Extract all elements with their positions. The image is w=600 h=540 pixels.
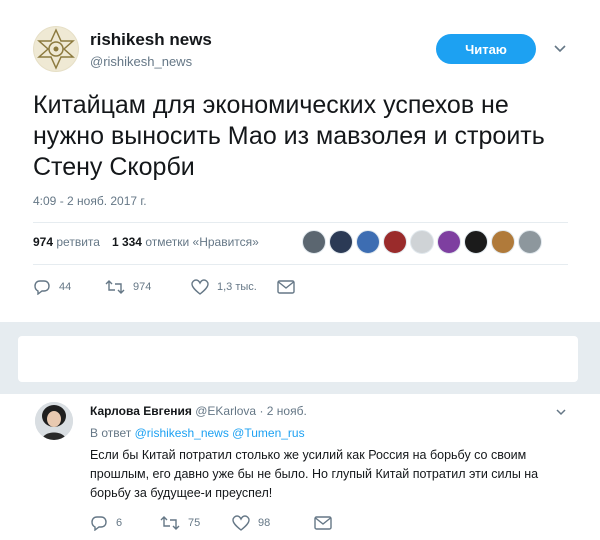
chevron-down-icon[interactable] <box>554 405 568 419</box>
reply-count: 6 <box>116 517 123 529</box>
likes-label: отметки «Нравится» <box>145 235 259 249</box>
follow-button[interactable]: Читаю <box>436 34 536 64</box>
mention-link[interactable]: @rishikesh_news <box>135 426 229 440</box>
likes-stat[interactable]: 1 334 отметки «Нравится» <box>112 235 259 249</box>
like-button[interactable]: 1,3 тыс. <box>191 279 277 295</box>
dm-button[interactable] <box>277 280 295 294</box>
likers-list <box>302 230 545 254</box>
envelope-icon <box>277 280 295 294</box>
retweet-count: 974 <box>133 281 152 293</box>
like-count: 98 <box>258 517 271 529</box>
reply-button[interactable]: 44 <box>33 279 105 295</box>
tweet-text: Китайцам для экономических успехов не ну… <box>33 91 545 181</box>
retweets-label: ретвита <box>56 235 100 249</box>
retweet-button[interactable]: 974 <box>105 279 191 295</box>
retweet-icon <box>105 280 125 294</box>
dm-button[interactable] <box>314 516 332 530</box>
envelope-icon <box>314 516 332 530</box>
reply-actions: 6 75 98 <box>90 515 332 531</box>
reply-count: 44 <box>59 281 72 293</box>
reply-button[interactable]: 6 <box>90 515 160 531</box>
avatar[interactable] <box>35 402 73 440</box>
reply-author[interactable]: Карлова Евгения @EKarlova · 2 нояб. <box>90 404 307 418</box>
tweet-actions: 44 974 1,3 тыс. <box>33 279 295 295</box>
divider <box>33 264 568 265</box>
retweet-count: 75 <box>188 517 201 529</box>
liker-avatar[interactable] <box>491 230 515 254</box>
liker-avatar[interactable] <box>329 230 353 254</box>
retweet-button[interactable]: 75 <box>160 515 232 531</box>
reply-icon <box>91 516 107 531</box>
avatar[interactable] <box>33 26 79 72</box>
reply-author-name: Карлова Евгения <box>90 404 192 418</box>
retweets-stat[interactable]: 974 ретвита <box>33 235 100 249</box>
reply-author-handle: @EKarlova <box>195 404 257 418</box>
liker-avatar[interactable] <box>410 230 434 254</box>
liker-avatar[interactable] <box>383 230 407 254</box>
liker-avatar[interactable] <box>437 230 461 254</box>
divider <box>33 222 568 223</box>
reply-text: Если бы Китай потратил столько же усилий… <box>90 448 539 500</box>
reply-context: В ответ @rishikesh_news @Tumen_rus <box>90 426 305 440</box>
heart-icon <box>232 515 250 531</box>
reply-input[interactable] <box>18 336 578 382</box>
likes-count: 1 334 <box>111 235 142 249</box>
timestamp[interactable]: 4:09 - 2 нояб. 2017 г. <box>33 194 147 208</box>
liker-avatar[interactable] <box>464 230 488 254</box>
like-count: 1,3 тыс. <box>217 281 257 293</box>
reply-icon <box>34 280 50 295</box>
heart-icon <box>191 279 209 295</box>
retweet-icon <box>160 516 180 530</box>
chevron-down-icon[interactable] <box>552 40 568 56</box>
tweet-card: rishikesh news @rishikesh_news Читаю Кит… <box>0 0 600 322</box>
tweet-stats: 974 ретвита 1 334 отметки «Нравится» <box>33 235 271 249</box>
author-name[interactable]: rishikesh news <box>90 30 212 50</box>
mention-link[interactable]: @Tumen_rus <box>232 426 304 440</box>
reply-time[interactable]: · 2 нояб. <box>259 404 306 418</box>
reply-prefix: В ответ <box>90 426 132 440</box>
liker-avatar[interactable] <box>356 230 380 254</box>
retweets-count: 974 <box>33 235 54 249</box>
author-handle[interactable]: @rishikesh_news <box>90 54 192 69</box>
like-button[interactable]: 98 <box>232 515 314 531</box>
liker-avatar[interactable] <box>518 230 542 254</box>
mandala-icon <box>34 27 78 71</box>
user-photo-icon <box>35 402 73 440</box>
liker-avatar[interactable] <box>302 230 326 254</box>
